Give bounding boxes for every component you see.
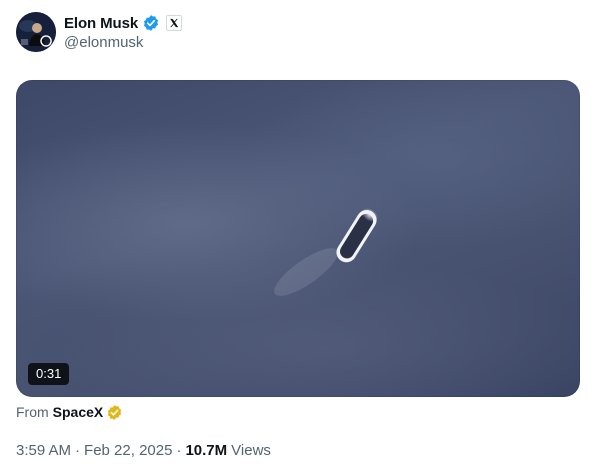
video-duration-badge: 0:31	[28, 363, 70, 385]
author-handle[interactable]: @elonmusk	[64, 34, 143, 51]
tweet-time[interactable]: 3:59 AM	[16, 442, 71, 459]
rocket-in-sky-image	[274, 207, 379, 296]
author-name-row: Elon Musk	[64, 13, 183, 33]
views-label: Views	[231, 441, 271, 459]
tweet-meta: 3:59 AM · Feb 22, 2025 · 10.7M Views	[16, 440, 271, 460]
tweet-header: Elon Musk @elonmusk	[16, 12, 596, 56]
separator: ·	[176, 441, 182, 459]
views-count[interactable]: 10.7M	[185, 442, 227, 459]
source-prefix: From	[16, 404, 49, 420]
separator: ·	[75, 441, 81, 459]
tweet-date[interactable]: Feb 22, 2025	[84, 442, 172, 459]
verified-badge-icon	[142, 14, 160, 32]
author-display-name[interactable]: Elon Musk	[64, 15, 138, 32]
avatar[interactable]	[16, 12, 56, 52]
x-logo-icon[interactable]	[166, 15, 183, 31]
source-attribution: From SpaceX	[16, 403, 123, 421]
gold-verified-badge-icon	[106, 404, 123, 421]
video-player[interactable]: 0:31	[16, 80, 580, 397]
source-name-link[interactable]: SpaceX	[53, 404, 104, 420]
